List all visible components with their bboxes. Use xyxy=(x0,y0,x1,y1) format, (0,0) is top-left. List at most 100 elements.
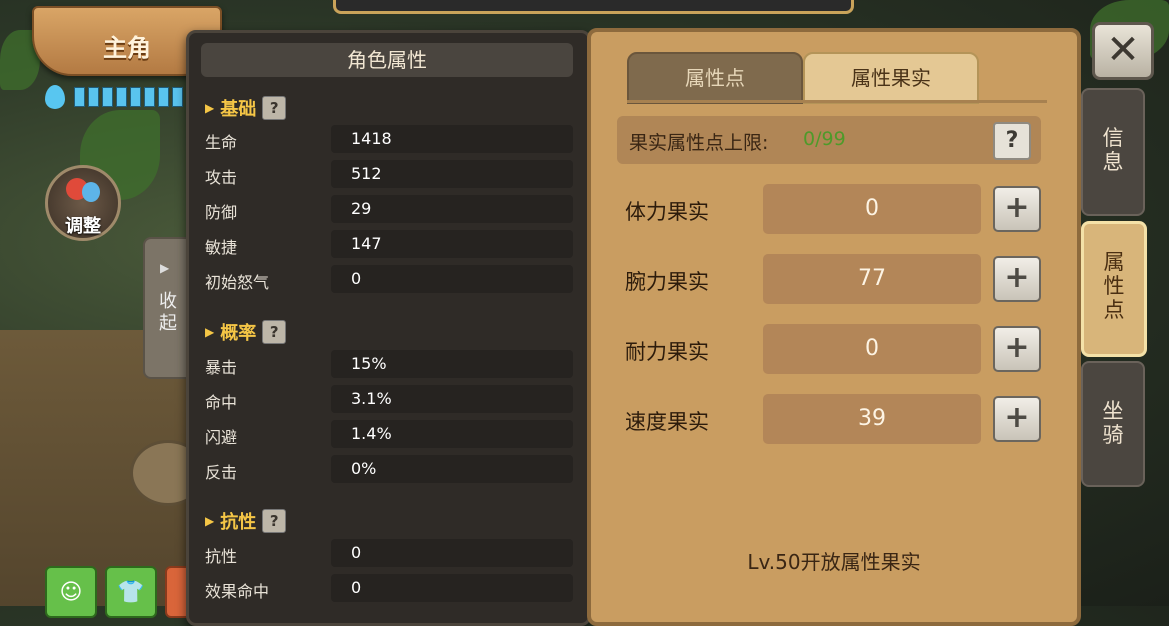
plus-icon[interactable]: + xyxy=(993,256,1041,302)
stat-label: 暴击 xyxy=(205,358,238,377)
smile-icon[interactable]: ☺ xyxy=(45,566,97,618)
fruit-value: 77 xyxy=(858,266,886,291)
fruit-value-box: 77 xyxy=(763,254,981,304)
triangle-icon: ▶ xyxy=(205,514,215,528)
triangle-icon: ▶ xyxy=(205,101,215,115)
stat-row: 暴击 15% xyxy=(205,350,575,378)
stat-value: 29 xyxy=(351,199,372,218)
energy-segment xyxy=(144,87,155,107)
stat-label: 效果命中 xyxy=(205,582,270,601)
fruit-value: 0 xyxy=(865,196,879,221)
stat-row: 初始怒气 0 xyxy=(205,265,575,293)
side-tab-attribute-points[interactable]: 属性点 xyxy=(1081,221,1147,357)
stat-row: 敏捷 147 xyxy=(205,230,575,258)
triangle-icon: ▶ xyxy=(205,325,215,339)
stat-row: 抗性 0 xyxy=(205,539,575,567)
help-button[interactable]: ? xyxy=(262,96,287,120)
fruit-value-box: 0 xyxy=(763,324,981,374)
fruit-row: 体力果实 0 + xyxy=(617,184,1049,234)
stat-value-box: 0% xyxy=(331,455,573,483)
stat-value-box: 15% xyxy=(331,350,573,378)
side-tab-label: 坐骑 xyxy=(1102,399,1124,447)
stat-value-box: 1418 xyxy=(331,125,573,153)
stat-label: 攻击 xyxy=(205,168,238,187)
energy-bar xyxy=(45,84,197,110)
help-button[interactable]: ? xyxy=(262,320,287,344)
unlock-note: Lv.50开放属性果实 xyxy=(747,550,921,574)
shirt-icon[interactable]: 👕 xyxy=(105,566,157,618)
stat-value-box: 0 xyxy=(331,574,573,602)
water-drop-icon xyxy=(82,182,100,202)
stat-label: 防御 xyxy=(205,203,238,222)
stat-label: 反击 xyxy=(205,463,238,482)
stat-row: 命中 3.1% xyxy=(205,385,575,413)
section-probability-title: ▶ 概率 ? xyxy=(205,319,287,345)
fruit-label: 耐力果实 xyxy=(625,340,709,364)
fruit-panel: 属性点 属性果实 果实属性点上限: 0/99 ? 体力果实 0 + 腕力果实 7… xyxy=(587,28,1081,626)
fruit-value: 0 xyxy=(865,336,879,361)
energy-segment xyxy=(74,87,85,107)
fruit-row: 耐力果实 0 + xyxy=(617,324,1049,374)
stat-row: 生命 1418 xyxy=(205,125,575,153)
stat-label: 生命 xyxy=(205,133,238,152)
stat-row: 闪避 1.4% xyxy=(205,420,575,448)
stat-value: 512 xyxy=(351,164,382,183)
fruit-row: 速度果实 39 + xyxy=(617,394,1049,444)
fruit-limit-bar: 果实属性点上限: 0/99 ? xyxy=(617,116,1041,164)
help-button[interactable]: ? xyxy=(993,122,1031,160)
stat-label: 敏捷 xyxy=(205,238,238,257)
limit-label: 果实属性点上限: xyxy=(629,132,769,154)
attributes-panel: 角色属性 ▶ 基础 ? 生命 1418 攻击 512 防御 29 敏捷 147 … xyxy=(186,30,591,626)
stat-row: 攻击 512 xyxy=(205,160,575,188)
limit-value: 0/99 xyxy=(803,128,846,150)
top-frame xyxy=(333,0,854,14)
plus-icon[interactable]: + xyxy=(993,186,1041,232)
side-tab-info[interactable]: 信息 xyxy=(1081,88,1145,216)
stat-value: 0 xyxy=(351,543,362,562)
plus-icon[interactable]: + xyxy=(993,326,1041,372)
stat-value-box: 29 xyxy=(331,195,573,223)
energy-segment xyxy=(172,87,183,107)
energy-segment xyxy=(88,87,99,107)
stat-value-box: 0 xyxy=(331,265,573,293)
fruit-label: 速度果实 xyxy=(625,410,709,434)
stat-value: 147 xyxy=(351,234,382,253)
adjust-button[interactable]: 调整 xyxy=(45,165,121,241)
attributes-header: 角色属性 xyxy=(201,43,573,77)
collapse-button[interactable]: ▶ 收起 xyxy=(143,237,191,379)
section-basic-title: ▶ 基础 ? xyxy=(205,95,287,121)
fruit-value-box: 39 xyxy=(763,394,981,444)
tab-divider xyxy=(627,100,1047,103)
fruit-value: 39 xyxy=(858,406,886,431)
stat-label: 闪避 xyxy=(205,428,238,447)
stat-value: 0 xyxy=(351,578,362,597)
collapse-label: 收起 xyxy=(159,291,177,334)
section-label: 基础 xyxy=(220,99,257,120)
tab-attribute-fruits[interactable]: 属性果实 xyxy=(803,52,979,104)
fruit-label: 腕力果实 xyxy=(625,270,709,294)
adjust-label: 调整 xyxy=(65,216,101,237)
stat-row: 效果命中 0 xyxy=(205,574,575,602)
stat-value: 0% xyxy=(351,459,377,478)
close-icon[interactable]: ✕ xyxy=(1092,22,1154,80)
energy-segment xyxy=(116,87,127,107)
energy-segment xyxy=(158,87,169,107)
side-tab-label: 属性点 xyxy=(1103,250,1125,322)
stat-label: 命中 xyxy=(205,393,238,412)
energy-segment xyxy=(102,87,113,107)
help-button[interactable]: ? xyxy=(262,509,287,533)
plus-icon[interactable]: + xyxy=(993,396,1041,442)
stat-value: 3.1% xyxy=(351,389,392,408)
side-tab-mount[interactable]: 坐骑 xyxy=(1081,361,1145,487)
fruit-value-box: 0 xyxy=(763,184,981,234)
section-resistance-title: ▶ 抗性 ? xyxy=(205,508,287,534)
water-drop-icon xyxy=(45,85,65,109)
tab-attribute-points[interactable]: 属性点 xyxy=(627,52,803,104)
stat-label: 抗性 xyxy=(205,547,238,566)
stat-label: 初始怒气 xyxy=(205,273,270,292)
bottom-toolbar: ☺ 👕 xyxy=(45,566,205,618)
stat-value-box: 1.4% xyxy=(331,420,573,448)
fruit-label: 体力果实 xyxy=(625,200,709,224)
stat-value-box: 512 xyxy=(331,160,573,188)
stat-row: 防御 29 xyxy=(205,195,575,223)
